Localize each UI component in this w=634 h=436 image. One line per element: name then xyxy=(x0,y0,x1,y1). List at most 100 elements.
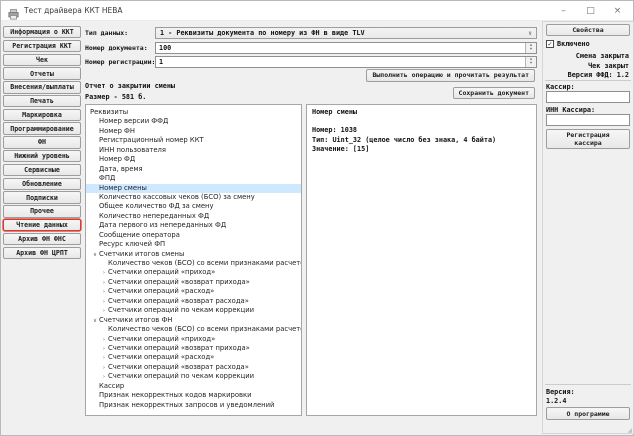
tree-item[interactable]: Ресурс ключей ФП xyxy=(86,240,301,249)
maximize-icon[interactable]: □ xyxy=(577,1,604,21)
save-document-button[interactable]: Сохранить документ xyxy=(453,87,535,99)
tree-expand-icon[interactable]: › xyxy=(100,269,108,278)
tree-item[interactable]: Признак некорректных запросов и уведомле… xyxy=(86,401,301,410)
register-cashier-button[interactable]: Регистрация кассира xyxy=(546,129,630,149)
tree-item[interactable]: Дата, время xyxy=(86,165,301,174)
tree-expand-icon[interactable]: ∨ xyxy=(91,317,99,326)
spin-down-icon[interactable]: ▾ xyxy=(530,62,533,66)
sidebar-button[interactable]: Обновление xyxy=(3,178,81,190)
version-label: Версия: xyxy=(546,388,575,396)
tree-expand-icon[interactable]: › xyxy=(100,354,108,363)
tree-item-label: Общее количество ФД за смену xyxy=(99,202,214,210)
tree-item[interactable]: ФПД xyxy=(86,174,301,183)
properties-button[interactable]: Свойства xyxy=(546,24,630,36)
sidebar-button[interactable]: Архив ФН ЦРПТ xyxy=(3,247,81,259)
tree-item-label: Счетчики операций «расход» xyxy=(108,353,214,361)
tree-item[interactable]: Номер ФН xyxy=(86,127,301,136)
sidebar-button[interactable]: Чек xyxy=(3,54,81,66)
tree-item[interactable]: Номер версии ФФД xyxy=(86,117,301,126)
tree-item[interactable]: ›Счетчики операций «расход» xyxy=(86,353,301,362)
tree-item[interactable]: Реквизиты xyxy=(86,108,301,117)
tree-item-label: Счетчики операций «возврат расхода» xyxy=(108,363,249,371)
tree-item[interactable]: Номер смены xyxy=(86,184,301,193)
tree-item[interactable]: ›Счетчики операций «приход» xyxy=(86,335,301,344)
tree-expand-icon[interactable]: › xyxy=(100,336,108,345)
sidebar-button[interactable]: Печать xyxy=(3,95,81,107)
sidebar-button[interactable]: Прочее xyxy=(3,205,81,217)
tree-item[interactable]: ›Счетчики операций «расход» xyxy=(86,287,301,296)
tree-item[interactable]: ›Счетчики операций «возврат расхода» xyxy=(86,297,301,306)
sidebar-button[interactable]: Регистрация ККТ xyxy=(3,40,81,52)
detail-line: Значение: [15] xyxy=(312,145,531,154)
sidebar-button[interactable]: Сервисные xyxy=(3,164,81,176)
sidebar-button[interactable]: Программирование xyxy=(3,122,81,134)
doc-number-spinner[interactable]: ▴▾ xyxy=(525,43,536,53)
enabled-checkbox[interactable]: ✓ xyxy=(546,40,554,48)
tree-item[interactable]: Кассир xyxy=(86,382,301,391)
tree-item[interactable]: Количество непереданных ФД xyxy=(86,212,301,221)
tree-item[interactable]: ∨Счетчики итогов ФН xyxy=(86,316,301,325)
tree-item[interactable]: Количество кассовых чеков (БСО) за смену xyxy=(86,193,301,202)
doc-number-label: Номер документа: xyxy=(85,44,148,52)
tree-item[interactable]: Номер ФД xyxy=(86,155,301,164)
tree-expand-icon[interactable]: › xyxy=(100,298,108,307)
tree-item[interactable]: Сообщение оператора xyxy=(86,231,301,240)
sidebar-button[interactable]: Чтение данных xyxy=(3,219,81,231)
sidebar-button[interactable]: Подписки xyxy=(3,191,81,203)
resize-grip-icon[interactable]: ◢ xyxy=(627,427,632,434)
tree-item[interactable]: Общее количество ФД за смену xyxy=(86,202,301,211)
enabled-label: Включено xyxy=(557,40,590,48)
attributes-tree[interactable]: Реквизиты Номер версии ФФД Номер ФН Реги… xyxy=(85,104,302,416)
tree-item[interactable]: ›Счетчики операций «приход» xyxy=(86,268,301,277)
tree-item-label: Дата первого из непереданных ФД xyxy=(99,221,226,229)
tree-item-label: Номер ФД xyxy=(99,155,135,163)
sidebar-button[interactable]: Отчеты xyxy=(3,67,81,79)
sidebar-button[interactable]: ФН xyxy=(3,136,81,148)
tree-item-label: Счетчики операций «расход» xyxy=(108,287,214,295)
tree-item[interactable]: ›Счетчики операций по чекам коррекции xyxy=(86,306,301,315)
tree-item[interactable]: ›Счетчики операций «возврат прихода» xyxy=(86,344,301,353)
cashier-inn-input[interactable] xyxy=(546,114,630,126)
tree-item[interactable]: ›Счетчики операций «возврат прихода» xyxy=(86,278,301,287)
reg-number-spinner[interactable]: ▴▾ xyxy=(525,57,536,67)
sidebar-button[interactable]: Маркировка xyxy=(3,109,81,121)
window-controls: – □ × xyxy=(550,1,631,21)
sidebar-button[interactable]: Нижний уровень xyxy=(3,150,81,162)
tree-item[interactable]: Признак некорректных кодов маркировки xyxy=(86,391,301,400)
cashier-input[interactable] xyxy=(546,91,630,103)
execute-button[interactable]: Выполнить операцию и прочитать результат xyxy=(366,69,535,82)
tree-expand-icon[interactable]: › xyxy=(100,345,108,354)
doc-number-input[interactable] xyxy=(156,43,525,53)
tree-expand-icon[interactable]: › xyxy=(100,288,108,297)
tree-item[interactable]: ∨Счетчики итогов смены xyxy=(86,250,301,259)
sidebar-button[interactable]: Информация о ККТ xyxy=(3,26,81,38)
left-sidebar: Информация о ККТ Регистрация ККТ Чек Отч… xyxy=(3,26,81,260)
tree-item[interactable]: ›Счетчики операций по чекам коррекции xyxy=(86,372,301,381)
minimize-icon[interactable]: – xyxy=(550,1,577,21)
tree-item-label: Кассир xyxy=(99,382,124,390)
tree-item[interactable]: ›Счетчики операций «возврат расхода» xyxy=(86,363,301,372)
close-icon[interactable]: × xyxy=(604,1,631,21)
check-icon: ✓ xyxy=(548,41,552,47)
tree-item-label: Количество чеков (БСО) со всеми признака… xyxy=(108,325,302,333)
tree-item-label: ИНН пользователя xyxy=(99,146,166,154)
titlebar: Тест драйвера ККТ НЕВА – □ × xyxy=(1,1,633,21)
tree-expand-icon[interactable]: ∨ xyxy=(91,251,99,260)
about-button[interactable]: О программе xyxy=(546,407,630,420)
tree-item[interactable]: Количество чеков (БСО) со всеми признака… xyxy=(86,325,301,334)
data-type-label: Тип данных: xyxy=(85,29,128,37)
tree-item[interactable]: ИНН пользователя xyxy=(86,146,301,155)
sidebar-button[interactable]: Внесения/выплаты xyxy=(3,81,81,93)
tree-item[interactable]: Регистрационный номер ККТ xyxy=(86,136,301,145)
tree-expand-icon[interactable]: › xyxy=(100,279,108,288)
tree-item[interactable]: Количество чеков (БСО) со всеми признака… xyxy=(86,259,301,268)
tree-item-label: Количество непереданных ФД xyxy=(99,212,209,220)
tree-item-label: Количество кассовых чеков (БСО) за смену xyxy=(99,193,255,201)
tree-expand-icon[interactable]: › xyxy=(100,364,108,373)
data-type-select[interactable]: 1 - Реквизиты документа по номеру из ФН … xyxy=(155,27,537,39)
tree-item[interactable]: Дата первого из непереданных ФД xyxy=(86,221,301,230)
tree-item-label: Счетчики операций по чекам коррекции xyxy=(108,372,254,380)
sidebar-button[interactable]: Архив ФН ФНС xyxy=(3,233,81,245)
spin-down-icon[interactable]: ▾ xyxy=(530,48,533,52)
reg-number-input[interactable] xyxy=(156,57,525,67)
